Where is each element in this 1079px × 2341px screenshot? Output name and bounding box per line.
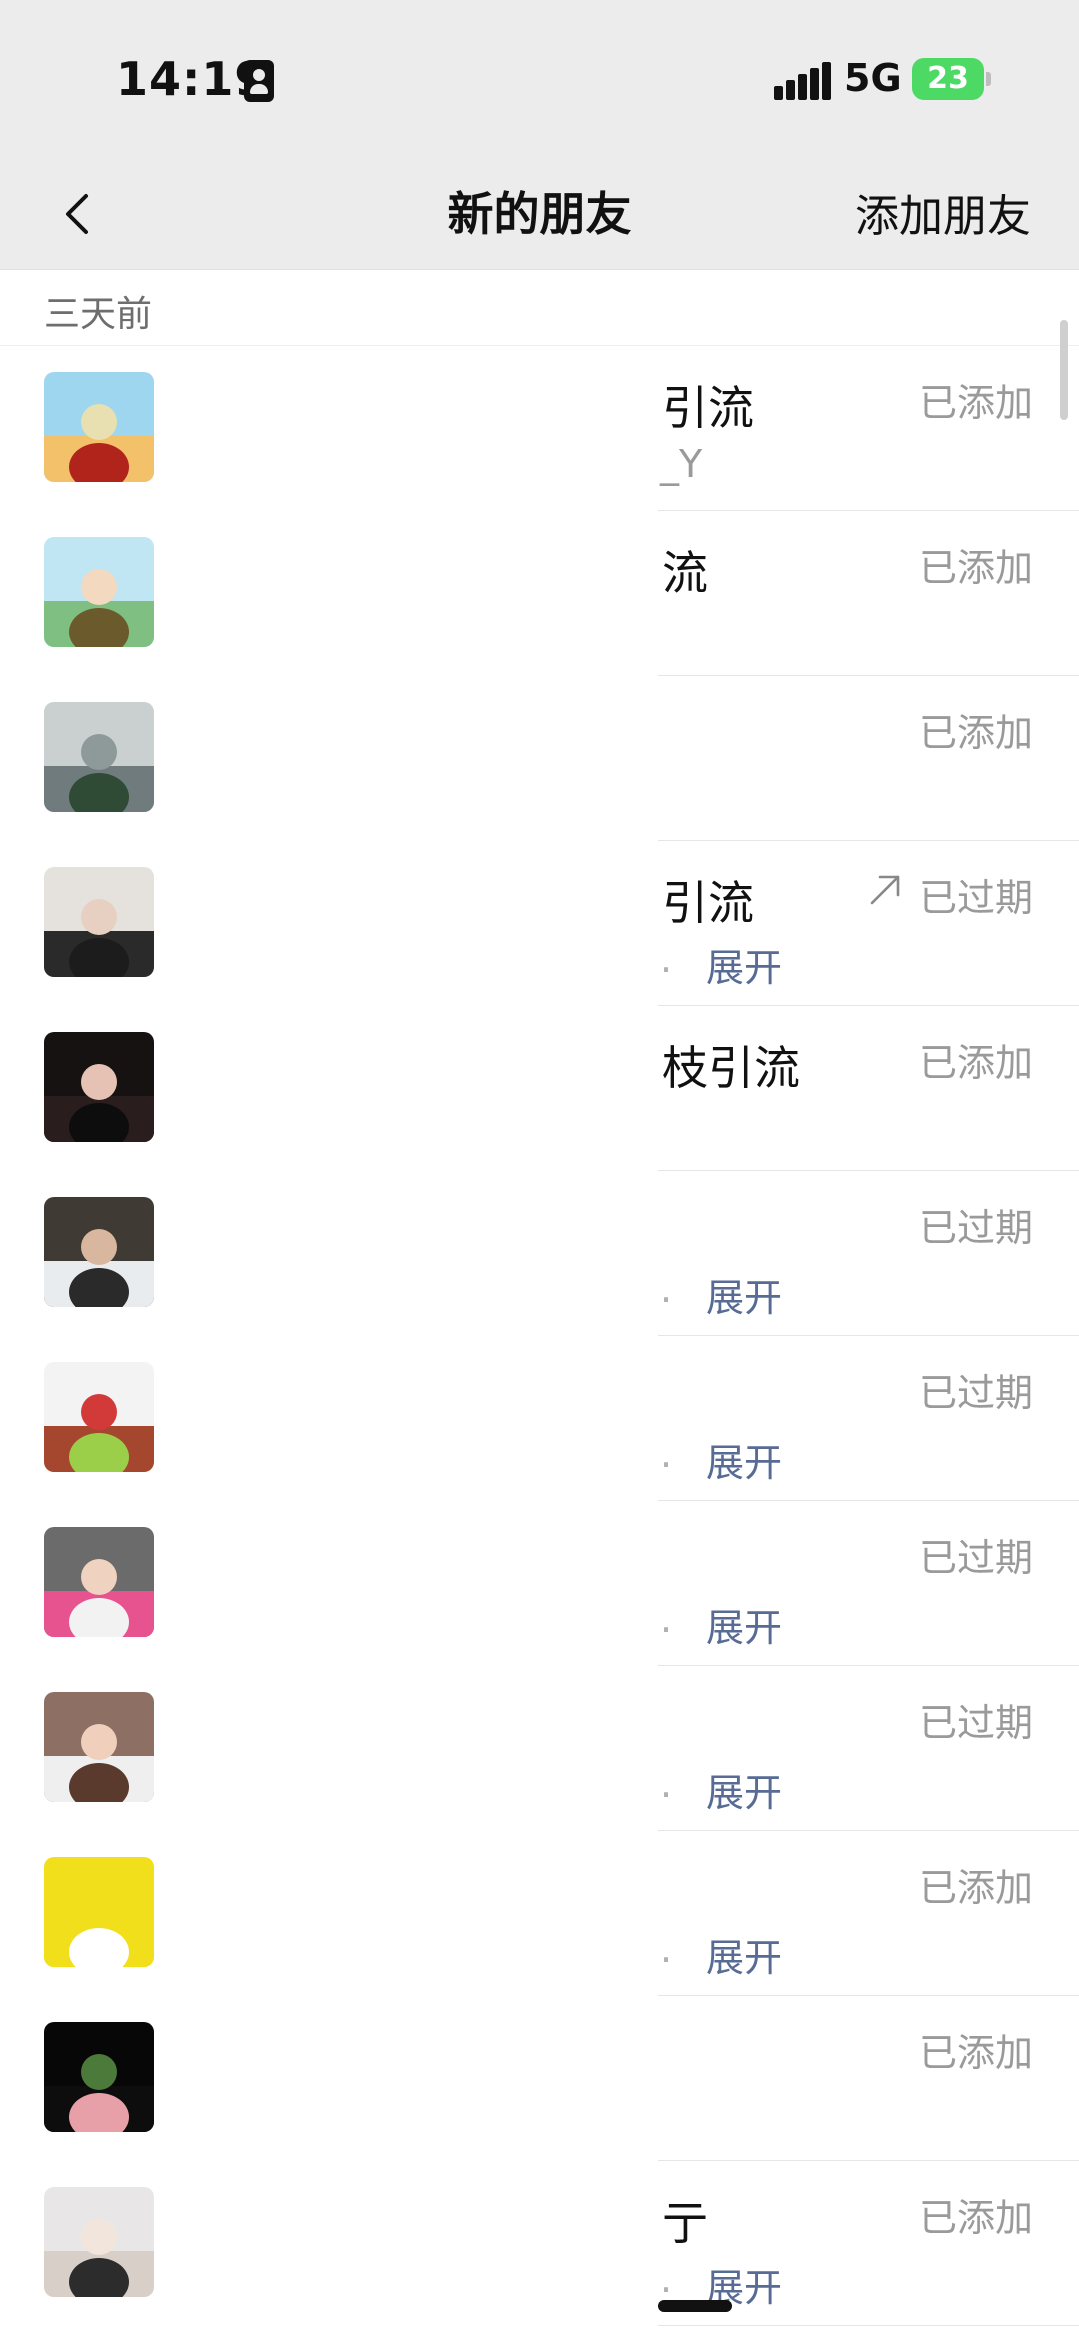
- list-item[interactable]: 枝引流 已添加: [0, 1006, 1079, 1171]
- list-item[interactable]: 引流 _Y 已添加: [0, 346, 1079, 511]
- avatar[interactable]: [44, 2022, 154, 2132]
- avatar[interactable]: [44, 1857, 154, 1967]
- contact-name: 引流: [662, 381, 754, 435]
- expand-link[interactable]: 展开: [706, 937, 782, 992]
- truncated-message: .: [660, 937, 673, 981]
- list-item[interactable]: . 展开 已过期: [0, 1171, 1079, 1336]
- list-item[interactable]: 亍. 展开 已添加: [0, 2161, 1079, 2326]
- avatar[interactable]: [44, 2187, 154, 2297]
- list-item[interactable]: 引流. 展开 已过期: [0, 841, 1079, 1006]
- truncated-message: .: [660, 2257, 673, 2301]
- request-status: 已过期: [918, 1206, 1033, 1250]
- avatar[interactable]: [44, 537, 154, 647]
- expand-link[interactable]: 展开: [706, 1762, 782, 1817]
- nav-bar: 新的朋友 添加朋友: [0, 160, 1079, 270]
- list-item[interactable]: . 展开 已添加: [0, 1831, 1079, 1996]
- request-status: 已添加: [918, 546, 1033, 590]
- expand-link[interactable]: 展开: [706, 1927, 782, 1982]
- avatar[interactable]: [44, 372, 154, 482]
- request-status: 已过期: [918, 1701, 1033, 1745]
- request-status: 已添加: [918, 1041, 1033, 1085]
- request-status: 已添加: [918, 2196, 1033, 2240]
- section-label: 三天前: [44, 294, 153, 335]
- add-friend-button[interactable]: 添加朋友: [855, 180, 1031, 244]
- list-item[interactable]: . 展开 已过期: [0, 1336, 1079, 1501]
- request-status: 已过期: [918, 876, 1033, 920]
- focus-id-icon: [244, 60, 274, 102]
- expand-link[interactable]: 展开: [706, 1432, 782, 1487]
- list-item[interactable]: . 展开 已过期: [0, 1501, 1079, 1666]
- truncated-message: .: [660, 1432, 673, 1476]
- arrow-up-right-icon: [870, 875, 900, 905]
- list-item[interactable]: 已添加: [0, 1996, 1079, 2161]
- battery-level: 23: [927, 61, 969, 96]
- avatar[interactable]: [44, 1527, 154, 1637]
- avatar[interactable]: [44, 867, 154, 977]
- truncated-message: .: [660, 1597, 673, 1641]
- contact-subtitle: _Y: [660, 442, 703, 486]
- avatar[interactable]: [44, 1197, 154, 1307]
- avatar[interactable]: [44, 1692, 154, 1802]
- request-status: 已过期: [918, 1536, 1033, 1580]
- avatar[interactable]: [44, 1032, 154, 1142]
- expand-link[interactable]: 展开: [706, 1597, 782, 1652]
- truncated-message: .: [660, 1762, 673, 1806]
- request-status: 已添加: [918, 381, 1033, 425]
- contact-name: 引流: [662, 876, 754, 930]
- request-status: 已添加: [918, 711, 1033, 755]
- cellular-signal-icon: [774, 62, 831, 100]
- avatar[interactable]: [44, 1362, 154, 1472]
- contact-name: 流: [662, 546, 708, 600]
- network-type: 5G: [844, 56, 902, 100]
- request-status: 已添加: [918, 2031, 1033, 2075]
- request-status: 已添加: [918, 1866, 1033, 1910]
- section-header: 三天前: [0, 271, 1079, 346]
- scrollbar[interactable]: [1060, 320, 1068, 420]
- contact-name: 亍: [662, 2196, 708, 2250]
- truncated-message: .: [660, 1267, 673, 1311]
- battery-icon: 23: [912, 58, 991, 100]
- list-item[interactable]: . 展开 已过期: [0, 1666, 1079, 1831]
- expand-link[interactable]: 展开: [706, 1267, 782, 1322]
- request-status: 已过期: [918, 1371, 1033, 1415]
- truncated-message: .: [660, 1927, 673, 1971]
- row-divider: [658, 2325, 1079, 2326]
- list-item[interactable]: 已添加: [0, 676, 1079, 841]
- contact-name: 枝引流: [662, 1041, 800, 1095]
- avatar[interactable]: [44, 702, 154, 812]
- list-item[interactable]: 流 已添加: [0, 511, 1079, 676]
- status-bar: 14:19 5G 23: [0, 0, 1079, 160]
- home-indicator: [658, 2300, 732, 2312]
